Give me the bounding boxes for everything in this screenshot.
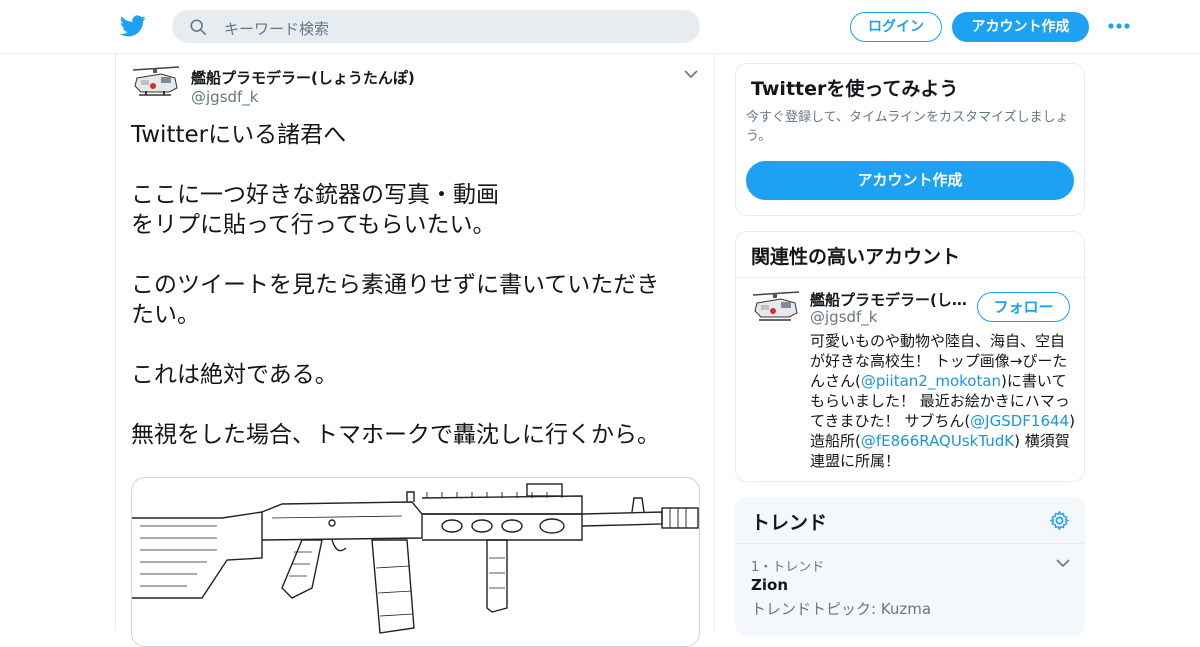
avatar[interactable] [131,62,181,104]
signup-card-title: Twitterを使ってみよう [751,78,959,100]
related-accounts-title: 関連性の高いアカウント [751,246,961,268]
trends-card: トレンド 1・トレンド Zion トレンドトピック: Kuzma [735,497,1085,637]
related-accounts-card: 関連性の高いアカウント 艦船プラモデラー(しょうたんぽ) @jgsdf_k フォ… [735,231,1085,482]
tweet-spacer [131,390,691,420]
login-button[interactable]: ログイン [850,12,942,42]
chevron-down-icon[interactable] [684,69,698,79]
account-bio: 可愛いものや動物や陸自、海自、空自が好きな高校生！ トップ画像→ぴーたんさん(@… [810,331,1076,471]
tweet-paragraph: 無視をした場合、トマホークで轟沈しに行くから。 [131,422,660,448]
signup-card-button[interactable]: アカウント作成 [746,161,1074,200]
trend-name[interactable]: Zion [751,576,788,594]
twitter-bird-icon[interactable] [120,13,146,39]
divider [736,277,1084,278]
helicopter-avatar-image [751,287,801,329]
trend-topic: トレンドトピック: Kuzma [751,600,932,618]
tweet-paragraph: ここに一つ好きな銃器の写真・動画 をリプに貼って行ってもらいたい。 [131,182,499,238]
helicopter-avatar-image [131,62,181,104]
trends-title: トレンド [751,512,828,534]
tweet-spacer [131,330,691,360]
divider [736,543,1084,544]
display-name[interactable]: 艦船プラモデラー(しょうたんぽ) [191,67,415,88]
search-box[interactable]: キーワード検索 [172,10,700,43]
tweet-detail: 艦船プラモデラー(しょうたんぽ) @jgsdf_k Twitterにいる諸君へ … [115,54,715,647]
rifle-drawing-image [132,483,699,634]
tweet-spacer [131,240,691,270]
search-icon [190,19,207,36]
related-account-name[interactable]: 艦船プラモデラー(しょうたんぽ) [810,289,970,310]
top-bar: キーワード検索 ログイン アカウント作成 [0,0,1200,54]
signup-card: Twitterを使ってみよう 今すぐ登録して、タイムラインをカスタマイズしましょ… [735,63,1085,216]
trend-rank-label: 1・トレンド [751,560,825,575]
more-options-icon[interactable] [1107,20,1131,32]
related-account-handle[interactable]: @jgsdf_k [810,308,878,326]
chevron-down-icon[interactable] [1056,558,1070,568]
tweet-text: Twitterにいる諸君へ ここに一つ好きな銃器の写真・動画 をリプに貼って行っ… [131,120,691,450]
tweet-spacer [131,150,691,180]
gear-icon[interactable] [1049,510,1070,531]
tweet-media-image[interactable] [131,477,700,647]
search-input[interactable]: キーワード検索 [224,18,329,39]
tweet-paragraph: これは絶対である。 [131,362,338,388]
tweet-paragraph: このツイートを見たら素通りせずに書いていただき たい。 [131,272,660,328]
avatar[interactable] [751,287,801,329]
signup-button[interactable]: アカウント作成 [952,12,1089,42]
signup-card-description: 今すぐ登録して、タイムラインをカスタマイズしましょう。 [746,110,1069,144]
follow-button[interactable]: フォロー [977,292,1070,322]
bio-mention-link[interactable]: @piitan2_mokotan [861,372,1001,390]
bio-mention-link[interactable]: @JGSDF1644 [970,412,1069,430]
tweet-paragraph: Twitterにいる諸君へ [131,122,347,148]
bio-mention-link[interactable]: @fE866RAQUskTudK [861,432,1014,450]
user-handle[interactable]: @jgsdf_k [191,88,259,106]
